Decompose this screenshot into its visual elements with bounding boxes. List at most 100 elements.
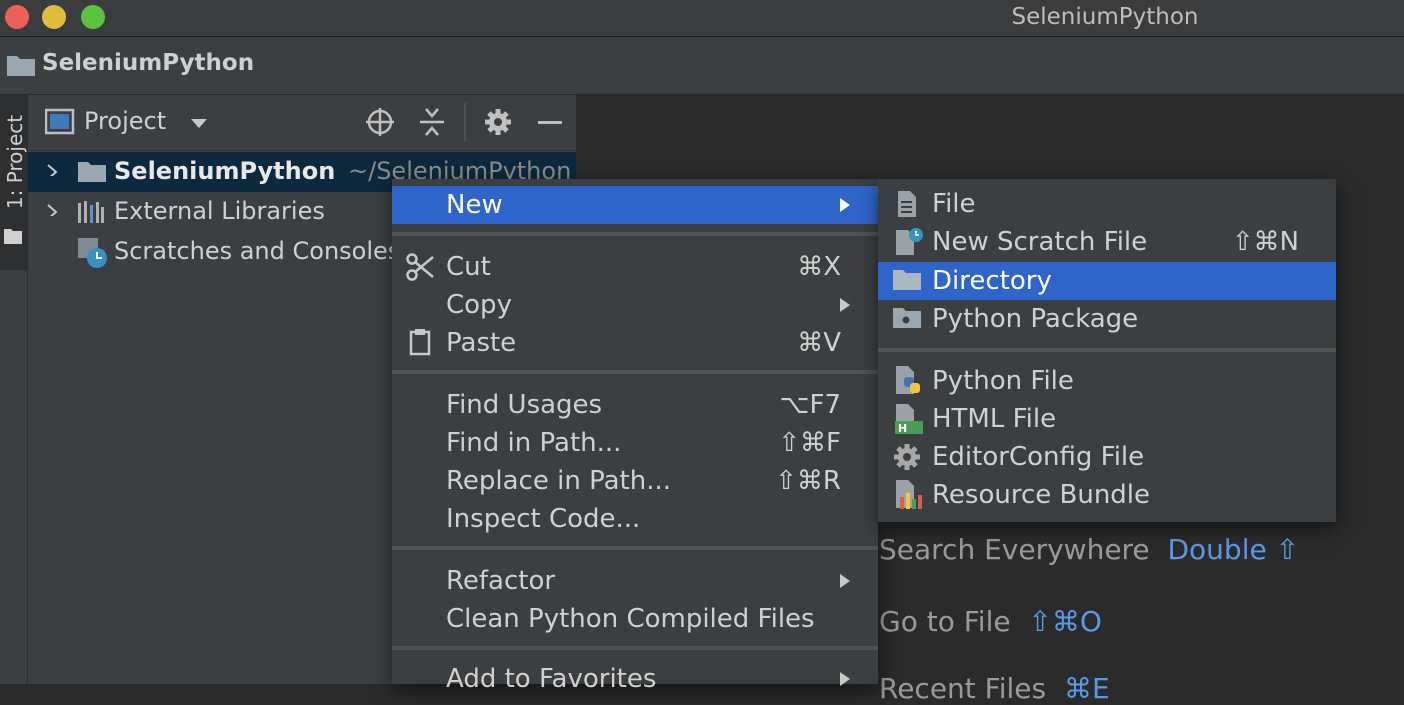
menu-item-label: HTML File (932, 404, 1057, 434)
hint-label: Go to File (879, 605, 1011, 638)
python-package-icon (893, 308, 921, 328)
folder-icon (78, 162, 106, 182)
menu-item-label: Add to Favorites (446, 664, 657, 694)
menu-item-label: Python Package (932, 304, 1139, 334)
submenu-arrow-icon (840, 298, 850, 312)
submenu-arrow-icon (840, 198, 850, 212)
menu-item-label: Find Usages (446, 390, 603, 420)
submenu-arrow-icon (840, 574, 850, 588)
menu-separator (392, 546, 878, 550)
editorconfig-icon (894, 444, 920, 470)
menu-separator (392, 232, 878, 236)
menu-item-shortcut: ⇧⌘N (1231, 227, 1299, 257)
scratch-file-icon (896, 228, 923, 255)
context-menu: New Cut ⌘X Copy Paste ⌘V Find Usages ⌥F7… (392, 179, 878, 694)
folder-icon (7, 56, 35, 76)
menu-item-paste[interactable]: Paste ⌘V (392, 324, 878, 362)
menu-item-label: New Scratch File (932, 227, 1148, 257)
menu-item-cut[interactable]: Cut ⌘X (392, 248, 878, 286)
project-view-selector[interactable]: Project (84, 107, 166, 135)
hint-label: Search Everywhere (879, 533, 1150, 566)
submenu-item-directory[interactable]: Directory (878, 262, 1336, 300)
submenu-item-resource-bundle[interactable]: Resource Bundle (878, 476, 1336, 514)
menu-item-label: File (932, 189, 976, 219)
menu-item-copy[interactable]: Copy (392, 286, 878, 324)
zoom-window-button[interactable] (81, 5, 105, 29)
tool-window-stripe: 1: Project (0, 95, 28, 684)
chevron-right-icon[interactable] (46, 204, 58, 216)
hint-recent-files: Recent Files ⌘E (879, 672, 1110, 705)
menu-item-find-in-path[interactable]: Find in Path... ⇧⌘F (392, 424, 878, 462)
menu-item-label: Paste (446, 328, 517, 358)
menu-item-inspect-code[interactable]: Inspect Code... (392, 500, 878, 538)
menu-item-shortcut: ⌘X (797, 252, 841, 282)
libraries-icon (78, 201, 104, 223)
hint-shortcut: ⇧⌘O (1028, 605, 1102, 638)
folder-icon (4, 229, 22, 244)
navigation-bar: SeleniumPython (0, 37, 1404, 95)
title-bar: SeleniumPython (0, 0, 1404, 37)
python-file-icon (896, 366, 920, 394)
locate-icon[interactable] (365, 107, 395, 137)
menu-item-new[interactable]: New (392, 186, 878, 224)
menu-item-label: Copy (446, 290, 512, 320)
file-icon (898, 191, 916, 217)
submenu-item-html-file[interactable]: H HTML File (878, 400, 1336, 438)
menu-item-label: New (446, 190, 503, 220)
project-tab-label: 1: Project (3, 114, 27, 210)
menu-item-clean-python-compiled[interactable]: Clean Python Compiled Files (392, 600, 878, 638)
hint-shortcut: Double ⇧ (1167, 533, 1300, 566)
menu-item-label: Inspect Code... (446, 504, 641, 534)
menu-item-label: Find in Path... (446, 428, 622, 458)
menu-separator (392, 370, 878, 374)
menu-item-find-usages[interactable]: Find Usages ⌥F7 (392, 386, 878, 424)
menu-item-replace-in-path[interactable]: Replace in Path... ⇧⌘R (392, 462, 878, 500)
menu-separator (878, 348, 1336, 352)
svg-text:H: H (898, 422, 907, 435)
hint-label: Recent Files (879, 672, 1047, 705)
menu-item-shortcut: ⌥F7 (779, 390, 841, 420)
menu-item-label: Cut (446, 252, 491, 282)
minimize-window-button[interactable] (42, 5, 66, 29)
submenu-item-python-file[interactable]: Python File (878, 362, 1336, 400)
menu-item-label: Directory (932, 266, 1052, 296)
gear-icon[interactable] (484, 108, 512, 136)
submenu-item-new-scratch-file[interactable]: New Scratch File ⇧⌘N (878, 223, 1336, 261)
project-panel-header: Project (28, 95, 576, 151)
tree-item-label: External Libraries (114, 197, 325, 225)
hide-panel-icon[interactable] (538, 121, 562, 124)
close-window-button[interactable] (5, 5, 29, 29)
collapse-all-icon[interactable] (419, 107, 445, 137)
menu-item-shortcut: ⇧⌘F (778, 428, 841, 458)
directory-icon (893, 270, 921, 290)
menu-item-label: Replace in Path... (446, 466, 671, 496)
project-view-icon (45, 108, 75, 135)
scratches-icon (78, 238, 107, 268)
tree-item-label: Scratches and Consoles (114, 237, 401, 265)
chevron-down-icon[interactable] (190, 118, 208, 130)
menu-item-label: Clean Python Compiled Files (446, 604, 815, 634)
menu-item-shortcut: ⇧⌘R (775, 466, 841, 496)
submenu-item-editorconfig-file[interactable]: EditorConfig File (878, 438, 1336, 476)
menu-item-add-to-favorites[interactable]: Add to Favorites (392, 660, 878, 698)
html-file-icon: H (895, 404, 923, 435)
scissors-icon (406, 253, 434, 281)
menu-item-shortcut: ⌘V (797, 328, 841, 358)
menu-separator (392, 646, 878, 650)
submenu-item-python-package[interactable]: Python Package (878, 300, 1336, 338)
menu-item-label: Python File (932, 366, 1074, 396)
submenu-item-file[interactable]: File (878, 185, 1336, 223)
resource-bundle-icon (896, 480, 922, 509)
window-title: SeleniumPython (1011, 4, 1199, 30)
project-tool-tab[interactable]: 1: Project (0, 95, 27, 270)
chevron-right-icon[interactable] (46, 164, 58, 176)
tree-item-label: SeleniumPython (114, 157, 336, 185)
breadcrumb-project[interactable]: SeleniumPython (42, 50, 254, 76)
toolbar-divider (464, 103, 466, 141)
hint-search-everywhere: Search Everywhere Double ⇧ (879, 533, 1299, 566)
menu-item-label: Resource Bundle (932, 480, 1151, 510)
menu-item-label: EditorConfig File (932, 442, 1145, 472)
menu-item-refactor[interactable]: Refactor (392, 562, 878, 600)
new-submenu: File New Scratch File ⇧⌘N Directory Pyth… (878, 179, 1336, 522)
hint-shortcut: ⌘E (1063, 672, 1110, 705)
